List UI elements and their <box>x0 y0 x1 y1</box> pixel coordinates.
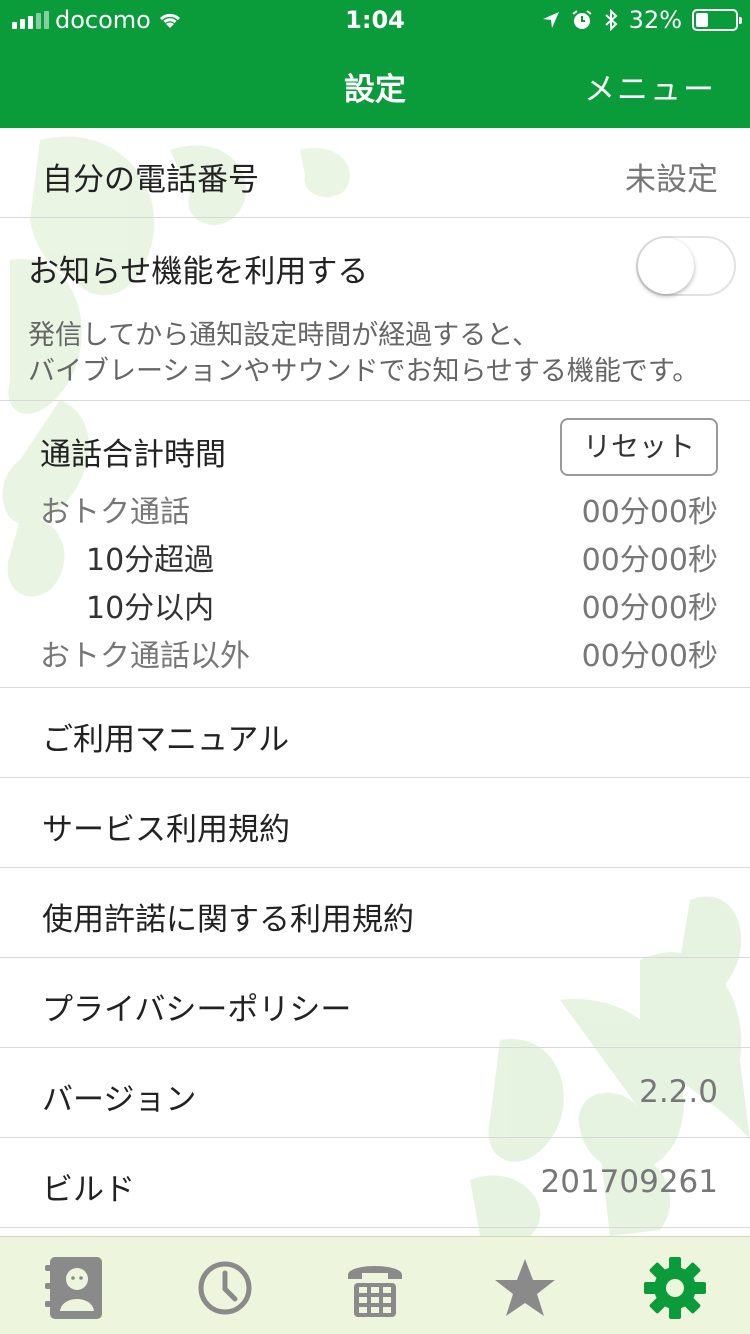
description-line-1: 発信してから通知設定時間が経過すると、 <box>28 320 540 351</box>
license-terms-row[interactable]: 使用許諾に関する利用規約 <box>0 868 750 958</box>
tab-bar <box>0 1236 750 1334</box>
version-label: バージョン <box>42 1082 197 1118</box>
status-right-group: 32% <box>541 6 742 34</box>
notification-description: 発信してから通知設定時間が経過すると、 バイブレーションやサウンドでお知らせする… <box>28 318 699 390</box>
phone-number-value: 未設定 <box>625 162 718 198</box>
description-line-2: バイブレーションやサウンドでお知らせする機能です。 <box>28 356 700 387</box>
menu-button[interactable]: メニュー <box>584 64 716 109</box>
battery-icon <box>692 9 742 31</box>
license-terms-label: 使用許諾に関する利用規約 <box>42 902 414 938</box>
contacts-icon <box>45 1257 102 1319</box>
tab-keypad[interactable] <box>340 1253 410 1323</box>
call-total-section: 通話合計時間 リセット おトク通話 00分00秒 10分超過 00分00秒 10… <box>0 401 750 688</box>
location-arrow-icon <box>542 12 559 28</box>
over-10min-label: 10分超過 <box>86 543 215 578</box>
notification-toggle[interactable] <box>636 236 736 296</box>
bluetooth-icon <box>604 9 618 31</box>
over-10min-value: 00分00秒 <box>581 543 718 578</box>
tab-favorites[interactable] <box>490 1253 560 1323</box>
phone-number-row[interactable]: 自分の電話番号 未設定 <box>0 128 750 218</box>
call-total-label: 通話合計時間 <box>40 437 226 473</box>
battery-level-fill <box>696 13 708 27</box>
build-label: ビルド <box>42 1172 135 1208</box>
settings-gear-icon <box>644 1257 706 1319</box>
within-10min-label: 10分以内 <box>86 591 215 626</box>
status-bar: docomo 1:04 32% <box>0 0 750 40</box>
tab-contacts[interactable] <box>40 1253 110 1323</box>
terms-of-service-label: サービス利用規約 <box>42 812 290 848</box>
version-row: バージョン 2.2.0 <box>0 1048 750 1138</box>
otoku-call-label: おトク通話 <box>40 495 190 530</box>
battery-percent: 32% <box>628 6 682 34</box>
build-row: ビルド 201709261 <box>0 1138 750 1228</box>
keypad-phone-icon <box>348 1266 402 1317</box>
phone-number-label: 自分の電話番号 <box>42 162 259 198</box>
toggle-knob <box>638 238 694 294</box>
otoku-call-value: 00分00秒 <box>581 495 718 530</box>
version-value: 2.2.0 <box>639 1074 718 1110</box>
navigation-bar: 設定 メニュー <box>0 40 750 128</box>
tab-history[interactable] <box>190 1253 260 1323</box>
settings-list: 自分の電話番号 未設定 お知らせ機能を利用する 発信してから通知設定時間が経過す… <box>0 128 750 1228</box>
build-value: 201709261 <box>540 1164 718 1200</box>
manual-label: ご利用マニュアル <box>42 722 290 758</box>
privacy-policy-label: プライバシーポリシー <box>42 992 352 1028</box>
notification-row: お知らせ機能を利用する 発信してから通知設定時間が経過すると、 バイブレーション… <box>0 218 750 401</box>
alarm-clock-icon <box>572 10 592 29</box>
tab-settings[interactable] <box>640 1253 710 1323</box>
within-10min-value: 00分00秒 <box>581 591 718 626</box>
notification-label: お知らせ機能を利用する <box>28 254 369 290</box>
privacy-policy-row[interactable]: プライバシーポリシー <box>0 958 750 1048</box>
terms-of-service-row[interactable]: サービス利用規約 <box>0 778 750 868</box>
manual-row[interactable]: ご利用マニュアル <box>0 688 750 778</box>
non-otoku-call-label: おトク通話以外 <box>40 639 250 674</box>
non-otoku-call-value: 00分00秒 <box>581 639 718 674</box>
reset-button[interactable]: リセット <box>560 418 718 476</box>
history-clock-icon <box>198 1261 252 1315</box>
favorites-star-icon <box>495 1259 555 1316</box>
